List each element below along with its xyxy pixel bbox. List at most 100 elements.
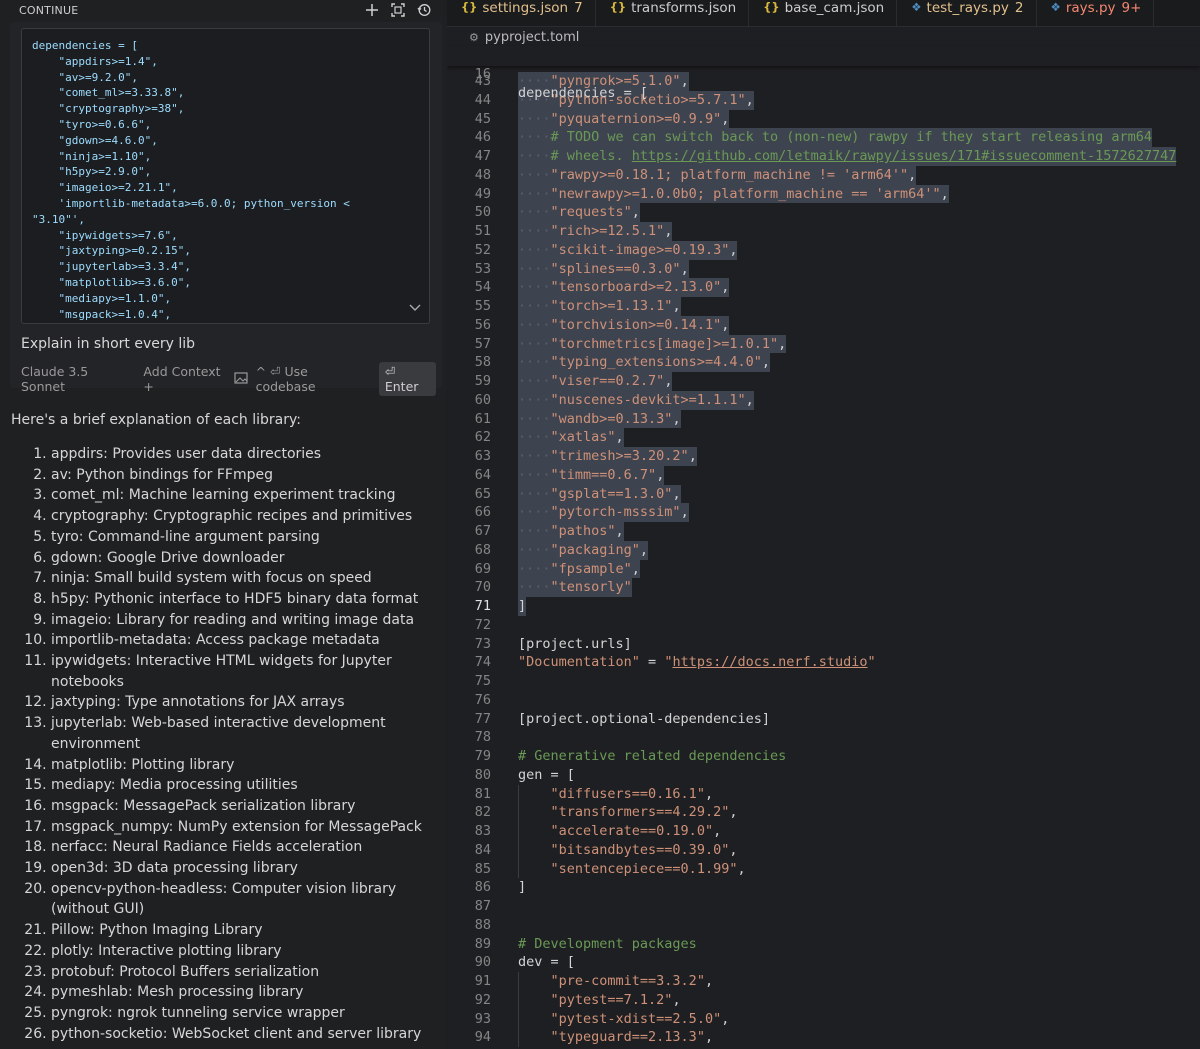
code-line[interactable]: 55 ····"torch>=1.13.1", <box>447 297 1200 316</box>
code-line[interactable]: 52 ····"scikit-image>=0.19.3", <box>447 240 1200 260</box>
code-line[interactable]: 60 ····"nuscenes-devkit>=1.1.1", <box>447 390 1200 410</box>
line-number: 82 <box>474 804 491 821</box>
code-text: ····"xatlas", <box>518 428 624 447</box>
code-line[interactable]: 54 ····"tensorboard>=2.13.0", <box>447 278 1200 297</box>
library-list-item: importlib-metadata: Access package metad… <box>51 630 436 651</box>
tab-base-cam-json[interactable]: {} base_cam.json <box>749 0 898 26</box>
code-text: ····"scikit-image>=0.19.3", <box>518 240 738 260</box>
problem-count-badge: 2 <box>1014 0 1024 16</box>
tab-label: rays.py <box>1065 0 1116 16</box>
code-line[interactable]: 58 ····"typing_extensions>=4.4.0", <box>447 353 1200 372</box>
code-line[interactable]: 89 # Development packages <box>447 935 1200 954</box>
code-line[interactable]: 88 <box>447 916 1200 935</box>
code-line[interactable]: 80 gen = [ <box>447 766 1200 785</box>
code-line[interactable]: 84 "bitsandbytes==0.39.0", <box>447 841 1200 860</box>
code-text: gen = [ <box>518 766 575 783</box>
code-line[interactable]: 74 "Documentation" = "https://docs.nerf.s… <box>447 653 1200 672</box>
code-line[interactable]: 62 ····"xatlas", <box>447 428 1200 447</box>
code-editor[interactable]: 43 ····"pyngrok>=5.1.0", 44 ····"python-soc… <box>447 46 1200 1049</box>
line-number: 46 <box>474 129 491 146</box>
python-file-icon: ❖ <box>911 0 922 14</box>
tab-test-rays-py[interactable]: ❖ test_rays.py 2 <box>897 0 1037 26</box>
code-line[interactable]: 71] <box>447 597 1200 616</box>
code-line[interactable]: 65 ····"gsplat==1.3.0", <box>447 484 1200 504</box>
code-line[interactable]: 87 <box>447 897 1200 916</box>
code-line[interactable]: 85 "sentencepiece==0.1.99", <box>447 860 1200 879</box>
code-text: "Documentation" = "https://docs.nerf.stu… <box>518 654 876 671</box>
code-line[interactable]: 56 ····"torchvision>=0.14.1", <box>447 315 1200 335</box>
line-number: 83 <box>474 823 491 839</box>
sticky-scroll-header[interactable]: 16 dependencies = [ <box>447 46 1200 101</box>
code-line[interactable]: 78 <box>447 728 1200 747</box>
code-text: ····"nuscenes-devkit>=1.1.1", <box>518 390 754 410</box>
library-list-item: imageio: Library for reading and writing… <box>51 610 436 631</box>
library-list-item: Pillow: Python Imaging Library <box>51 920 436 941</box>
use-codebase-button[interactable]: ^ ⏎ Use codebase <box>256 364 365 394</box>
fullscreen-icon[interactable] <box>390 2 406 18</box>
chevron-down-icon[interactable] <box>409 301 421 315</box>
code-line[interactable]: 77 [project.optional-dependencies] <box>447 710 1200 729</box>
code-line[interactable]: 93 "pytest-xdist==2.5.0", <box>447 1010 1200 1029</box>
breadcrumb-file[interactable]: pyproject.toml <box>485 30 580 45</box>
code-line[interactable]: 57 ····"torchmetrics[image]>=1.0.1", <box>447 334 1200 354</box>
code-line[interactable]: 72 <box>447 616 1200 635</box>
code-line[interactable]: 91 "pre-commit==3.3.2", <box>447 972 1200 991</box>
code-line[interactable]: 67 ····"pathos", <box>447 522 1200 541</box>
code-line[interactable]: 46 ····# TODO we can switch back to (non-… <box>447 128 1200 147</box>
code-line[interactable]: 76 <box>447 691 1200 710</box>
chat-composer: dependencies = [ "appdirs>=1.4", "av>=9.… <box>10 22 442 396</box>
code-line[interactable]: 48 ····"rawpy>=0.18.1; platform_machine !… <box>447 165 1200 185</box>
history-icon[interactable] <box>416 2 432 18</box>
code-line[interactable]: 49 ····"newrawpy>=1.0.0b0; platform_machi… <box>447 184 1200 204</box>
tab-rays-py[interactable]: ❖ rays.py 9+ <box>1037 0 1155 26</box>
code-line[interactable]: 86] <box>447 878 1200 897</box>
add-context-button[interactable]: Add Context + <box>143 364 229 394</box>
code-line[interactable]: 47 ····# wheels. https://github.com/letma… <box>447 147 1200 166</box>
code-line[interactable]: 81 "diffusers==0.16.1", <box>447 785 1200 804</box>
code-context-block[interactable]: dependencies = [ "appdirs>=1.4", "av>=9.… <box>21 28 430 324</box>
code-line[interactable]: 69 ····"fpsample", <box>447 559 1200 579</box>
code-line[interactable]: 45 ····"pyquaternion>=0.9.9", <box>447 109 1200 129</box>
line-number: 87 <box>474 898 491 914</box>
line-number: 51 <box>474 223 491 239</box>
code-line[interactable]: 92 "pytest==7.1.2", <box>447 991 1200 1010</box>
image-icon[interactable] <box>233 371 248 387</box>
code-text: ····"splines==0.3.0", <box>518 259 689 279</box>
enter-button[interactable]: ⏎ Enter <box>378 362 437 396</box>
code-line[interactable]: 90 dev = [ <box>447 953 1200 972</box>
code-line[interactable]: 68 ····"packaging", <box>447 540 1200 560</box>
indent-guide <box>518 784 519 879</box>
code-line[interactable]: 59 ····"viser==0.2.7", <box>447 372 1200 391</box>
tab-settings-json[interactable]: {} settings.json 7 <box>447 0 596 26</box>
new-session-icon[interactable] <box>364 2 380 18</box>
code-line[interactable]: 66 ····"pytorch-msssim", <box>447 503 1200 522</box>
panel-title: CONTINUE <box>19 3 79 17</box>
code-line[interactable]: 53 ····"splines==0.3.0", <box>447 259 1200 279</box>
code-line[interactable]: 83 "accelerate==0.19.0", <box>447 822 1200 841</box>
library-list-item: appdirs: Provides user data directories <box>51 444 436 465</box>
code-text: ····"tensorboard>=2.13.0", <box>518 278 730 297</box>
code-text: ····"requests", <box>518 203 640 222</box>
code-line[interactable]: 51 ····"rich>=12.5.1", <box>447 222 1200 241</box>
code-line[interactable]: 70 ····"tensorly" <box>447 578 1200 597</box>
code-text: ····"torch>=1.13.1", <box>518 297 681 316</box>
line-number: 75 <box>474 673 491 689</box>
tab-transforms-json[interactable]: {} transforms.json <box>596 0 750 26</box>
library-list-item: msgpack: MessagePack serialization libra… <box>51 796 436 817</box>
code-text: dev = [ <box>518 954 575 971</box>
code-line[interactable]: 75 <box>447 672 1200 691</box>
model-selector[interactable]: Claude 3.5 Sonnet <box>21 364 129 394</box>
breadcrumb[interactable]: ⚙ pyproject.toml <box>447 27 1200 47</box>
code-line[interactable]: 73 [project.urls] <box>447 635 1200 654</box>
library-list-item: matplotlib: Plotting library <box>51 755 436 776</box>
user-prompt[interactable]: Explain in short every lib <box>21 336 195 352</box>
line-number: 74 <box>474 654 491 671</box>
code-line[interactable]: 63 ····"trimesh>=3.20.2", <box>447 447 1200 466</box>
code-line[interactable]: 94 "typeguard==2.13.3", <box>447 1028 1200 1047</box>
code-line[interactable]: 79 # Generative related dependencies <box>447 747 1200 766</box>
code-line[interactable]: 50 ····"requests", <box>447 203 1200 222</box>
library-list-item: nerfacc: Neural Radiance Fields accelera… <box>51 837 436 858</box>
code-line[interactable]: 82 "transformers==4.29.2", <box>447 803 1200 822</box>
code-line[interactable]: 61 ····"wandb>=0.13.3", <box>447 409 1200 429</box>
code-line[interactable]: 64 ····"timm==0.6.7", <box>447 465 1200 485</box>
